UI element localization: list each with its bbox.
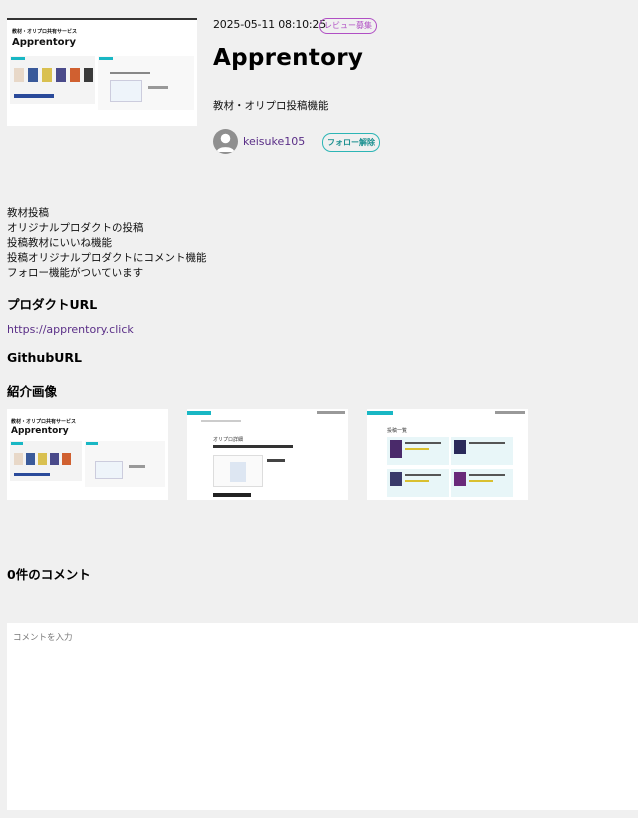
description-line: フォロー機能がついています: [7, 267, 144, 279]
product-thumbnail[interactable]: 教材・オリプロ共有サービス Apprentory: [7, 18, 197, 126]
product-url-link[interactable]: https://apprentory.click: [7, 323, 134, 336]
description-line: 投稿教材にいいね機能: [7, 237, 112, 249]
thumbnail-label: 教材・オリプロ共有サービス: [12, 29, 78, 35]
intro-image-title: Apprentory: [11, 426, 69, 436]
intro-image-label: 教材・オリプロ共有サービス: [11, 419, 77, 425]
description-line: 投稿オリジナルプロダクトにコメント機能: [7, 252, 207, 264]
intro-image-3[interactable]: 投稿一覧: [367, 409, 528, 500]
product-url-heading: プロダクトURL: [7, 297, 98, 312]
review-badge: レビュー募集: [319, 18, 377, 34]
intro-images-heading: 紹介画像: [7, 384, 58, 399]
comment-input[interactable]: [7, 623, 638, 810]
intro-image-label: オリプロ詳細: [213, 437, 244, 443]
product-subtitle: 教材・オリプロ投稿機能: [213, 100, 329, 112]
unfollow-button[interactable]: フォロー解除: [322, 133, 380, 152]
user-icon: [216, 133, 235, 152]
product-title: Apprentory: [213, 45, 364, 71]
author-link[interactable]: keisuke105: [243, 135, 305, 148]
intro-image-label: 投稿一覧: [387, 428, 408, 434]
avatar[interactable]: [213, 129, 238, 154]
intro-image-1[interactable]: 教材・オリプロ共有サービス Apprentory: [7, 409, 168, 500]
post-timestamp: 2025-05-11 08:10:25: [213, 18, 327, 31]
description-line: オリジナルプロダクトの投稿: [7, 222, 144, 234]
thumbnail-mockup-left: [10, 56, 95, 104]
thumbnail-mockup-right: [98, 56, 194, 110]
intro-image-2[interactable]: オリプロ詳細: [187, 409, 348, 500]
product-description: 教材投稿 オリジナルプロダクトの投稿 投稿教材にいいね機能 投稿オリジナルプロダ…: [7, 206, 207, 281]
github-url-heading: GithubURL: [7, 350, 83, 365]
description-line: 教材投稿: [7, 207, 49, 219]
comments-heading: 0件のコメント: [7, 567, 91, 582]
thumbnail-title: Apprentory: [12, 37, 76, 48]
